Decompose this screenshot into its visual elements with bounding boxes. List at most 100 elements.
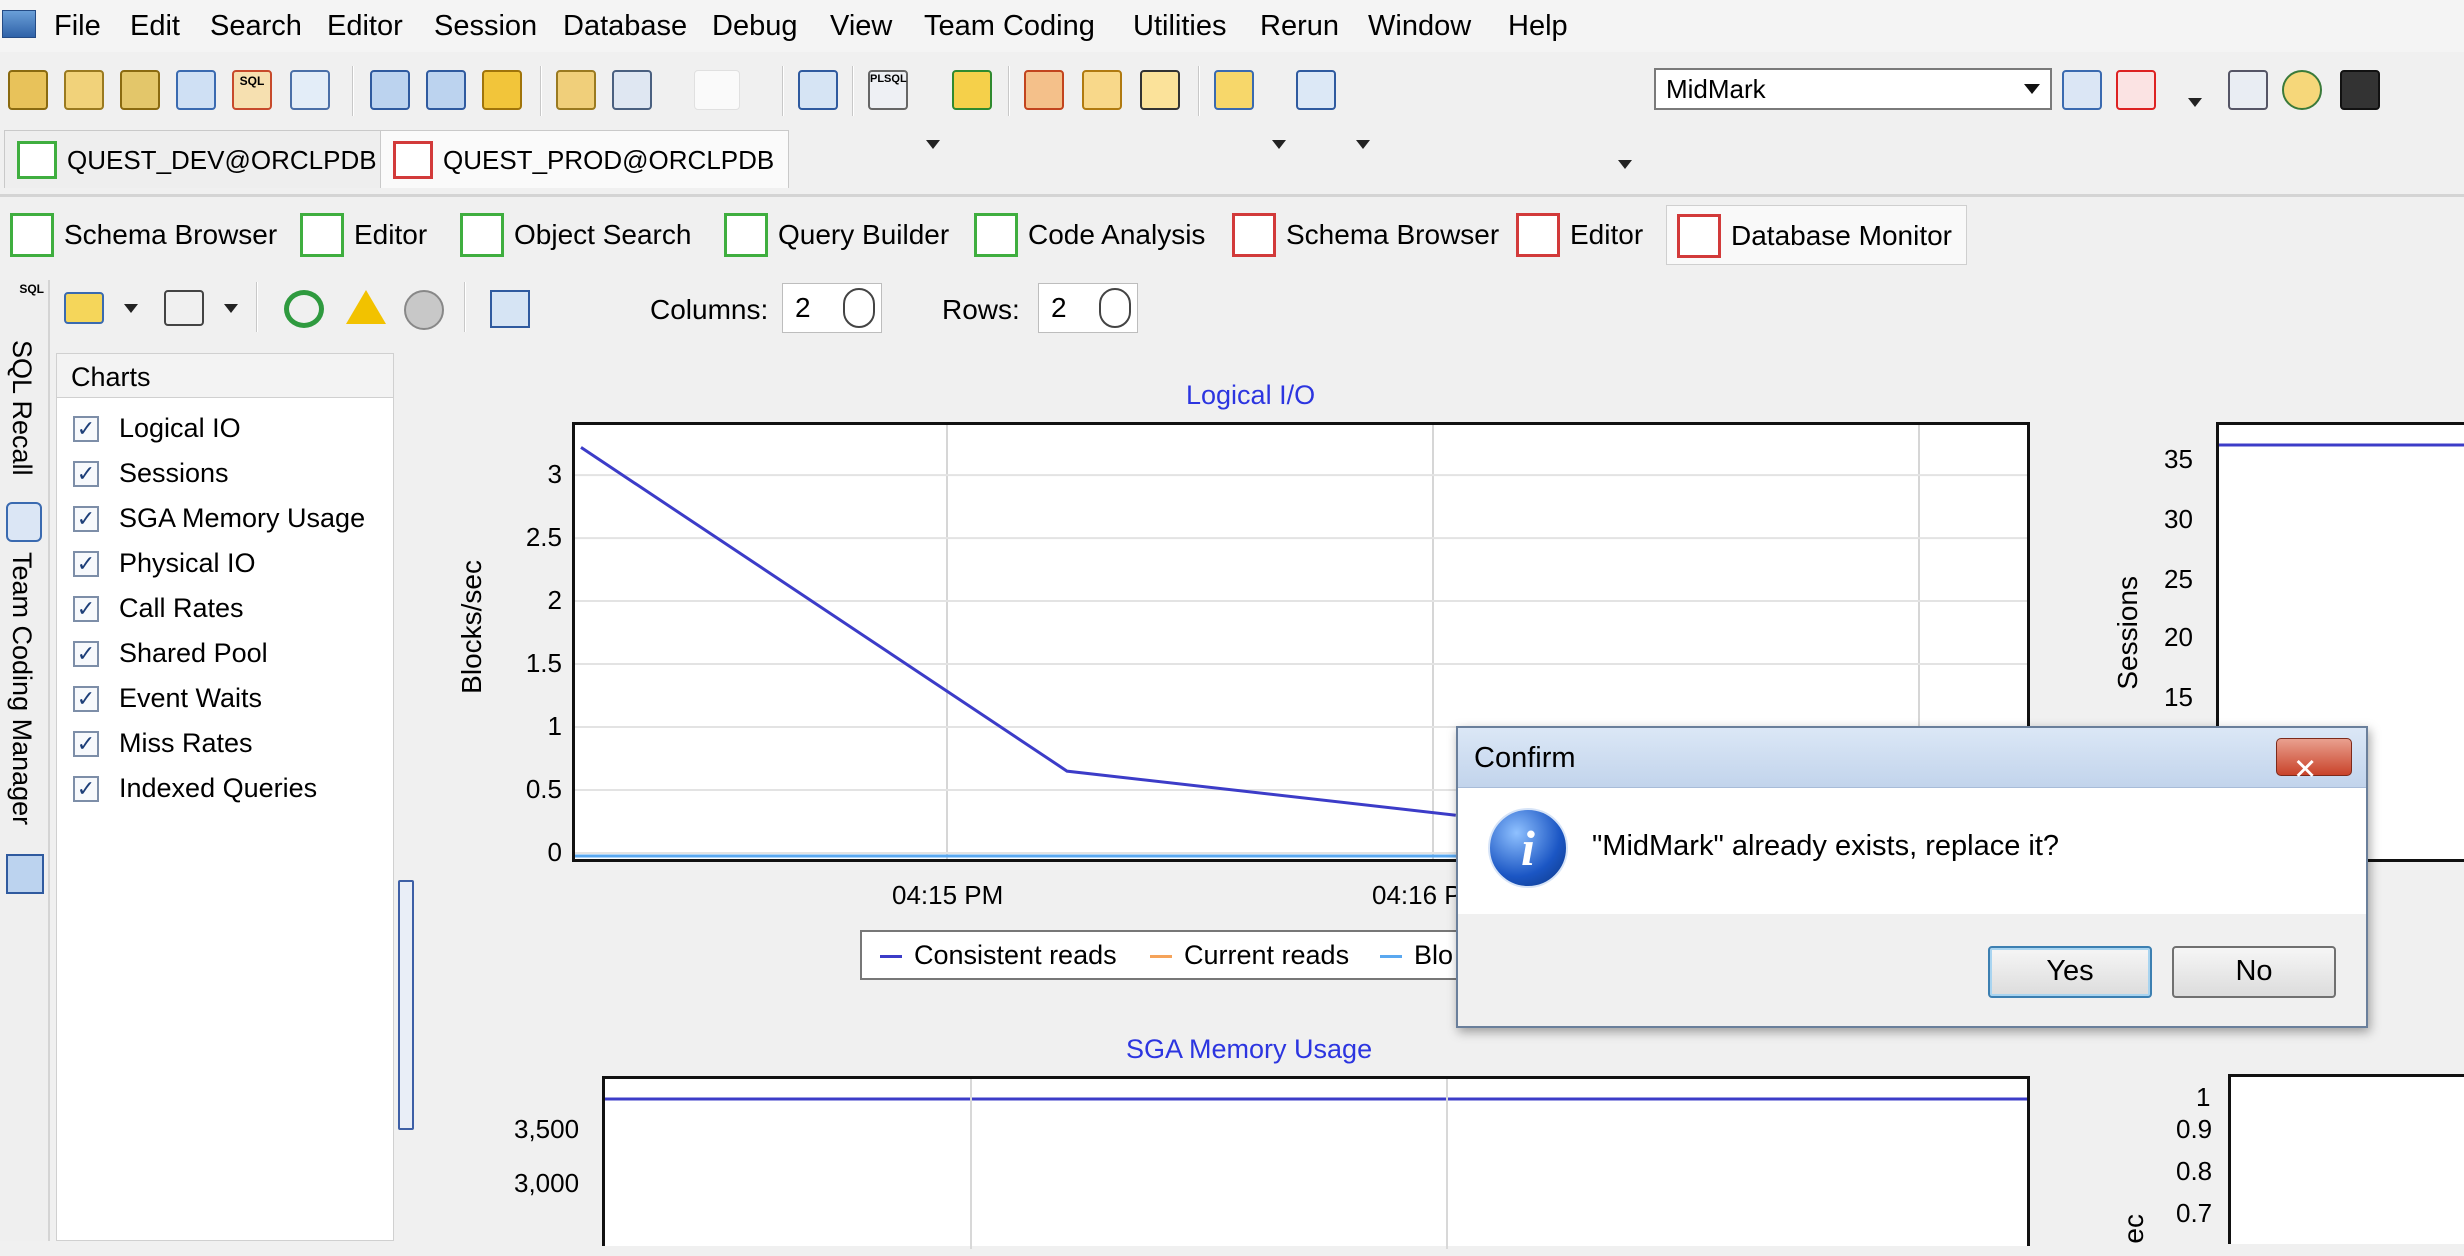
menu-session[interactable]: Session	[434, 10, 537, 42]
sql-recall-tab[interactable]: SQL Recall	[6, 340, 37, 476]
tab-schema-browser-prod[interactable]: Schema Browser	[1222, 205, 1513, 265]
run-icon[interactable]	[952, 70, 992, 110]
new-editor-icon[interactable]	[8, 70, 48, 110]
chevron-down-icon[interactable]	[1618, 160, 1632, 169]
graduation-cap-icon[interactable]	[2340, 70, 2380, 110]
tab-schema-browser-dev[interactable]: Schema Browser	[0, 205, 291, 265]
connect-icon[interactable]	[64, 292, 104, 324]
object-palette-icon[interactable]	[120, 70, 160, 110]
dialog-title-bar[interactable]: Confirm ✕	[1458, 728, 2366, 788]
spinner-arrows-icon[interactable]	[1099, 288, 1131, 328]
no-button[interactable]: No	[2172, 946, 2336, 998]
rows-spinner[interactable]: 2	[1038, 283, 1138, 333]
menu-team-coding[interactable]: Team Coding	[924, 10, 1095, 42]
save-profile-icon[interactable]	[2062, 70, 2102, 110]
legend-swatch	[1150, 955, 1172, 959]
menu-search[interactable]: Search	[210, 10, 302, 42]
y-axis-label-sessions: Sessions	[2112, 576, 2143, 690]
tab-query-builder-dev[interactable]: Query Builder	[714, 205, 963, 265]
legend-item-blocks[interactable]: Blo	[1380, 940, 1453, 971]
checkbox[interactable]: ✓	[73, 641, 99, 667]
checkbox[interactable]: ✓	[73, 416, 99, 442]
globe-icon[interactable]	[404, 290, 444, 330]
chart-title-logical-io: Logical I/O	[1186, 380, 1316, 410]
team-coding-icon[interactable]	[6, 502, 42, 542]
session-browser-icon[interactable]	[176, 70, 216, 110]
warning-icon[interactable]	[346, 290, 386, 324]
spinner-arrows-icon[interactable]	[843, 288, 875, 328]
checkbox[interactable]: ✓	[73, 461, 99, 487]
menu-utilities[interactable]: Utilities	[1133, 10, 1226, 42]
window-icon[interactable]	[6, 854, 44, 894]
legend-item-current-reads[interactable]: Current reads	[1150, 940, 1349, 971]
menu-edit[interactable]: Edit	[130, 10, 180, 42]
columns-spinner[interactable]: 2	[782, 283, 882, 333]
connect-icon[interactable]	[1214, 70, 1254, 110]
chevron-down-icon[interactable]	[1272, 140, 1286, 149]
menu-rerun[interactable]: Rerun	[1260, 10, 1339, 42]
import-icon[interactable]	[1024, 70, 1064, 110]
connection-tab-dev[interactable]: QUEST_DEV@ORCLPDB	[4, 130, 392, 188]
lightning-icon[interactable]	[482, 70, 522, 110]
chevron-down-icon[interactable]	[2188, 98, 2202, 107]
legend-swatch	[1380, 955, 1402, 959]
object-search-icon[interactable]	[556, 70, 596, 110]
menu-editor[interactable]: Editor	[327, 10, 403, 42]
blank-dropdown-icon[interactable]	[694, 70, 740, 110]
checkbox-label: Miss Rates	[119, 728, 253, 758]
tab-editor-prod[interactable]: Editor	[1506, 205, 1657, 265]
schema-browser-icon[interactable]	[64, 70, 104, 110]
menu-bar: File Edit Search Editor Session Database…	[0, 0, 2464, 52]
connection-tab-prod[interactable]: QUEST_PROD@ORCLPDB	[380, 130, 790, 188]
chat-window-icon[interactable]	[426, 70, 466, 110]
tab-object-search-dev[interactable]: Object Search	[450, 205, 705, 265]
x-tick-label: 04:15 PM	[892, 880, 1004, 910]
dialog-title: Confirm	[1474, 742, 1576, 774]
plsql-debug-icon[interactable]: PLSQL	[868, 70, 908, 110]
monitor-icon[interactable]	[798, 70, 838, 110]
checkbox-label: Indexed Queries	[119, 773, 318, 803]
checkbox[interactable]: ✓	[73, 686, 99, 712]
tab-database-monitor-prod[interactable]: Database Monitor	[1666, 205, 1968, 265]
layout-icon[interactable]	[612, 70, 652, 110]
refresh-icon[interactable]	[284, 290, 324, 328]
menu-help[interactable]: Help	[1508, 10, 1568, 42]
menu-database[interactable]: Database	[563, 10, 687, 42]
menu-file[interactable]: File	[54, 10, 101, 42]
checkbox[interactable]: ✓	[73, 596, 99, 622]
chevron-down-icon[interactable]	[124, 304, 138, 313]
notes-icon[interactable]	[2228, 70, 2268, 110]
help-lock-icon[interactable]	[1140, 70, 1180, 110]
panel-splitter[interactable]	[398, 880, 414, 1130]
window-icon[interactable]	[370, 70, 410, 110]
yes-button[interactable]: Yes	[1988, 946, 2152, 998]
sql-icon[interactable]: SQL	[232, 70, 272, 110]
window-list-icon[interactable]	[290, 70, 330, 110]
plug-icon	[17, 141, 57, 179]
filter-icon[interactable]	[164, 290, 204, 326]
chat-icon[interactable]	[2282, 70, 2322, 110]
tab-code-analysis-dev[interactable]: Code Analysis	[964, 205, 1219, 265]
checkbox[interactable]: ✓	[73, 551, 99, 577]
delete-profile-icon[interactable]	[2116, 70, 2156, 110]
chart-title-sga-memory: SGA Memory Usage	[1126, 1034, 1373, 1064]
chevron-down-icon[interactable]	[224, 304, 238, 313]
checkbox[interactable]: ✓	[73, 731, 99, 757]
disconnect-icon[interactable]	[1296, 70, 1336, 110]
menu-window[interactable]: Window	[1368, 10, 1471, 42]
chevron-down-icon[interactable]	[926, 140, 940, 149]
checkbox[interactable]: ✓	[73, 776, 99, 802]
chevron-down-icon[interactable]	[1356, 140, 1370, 149]
profile-select[interactable]: MidMark	[1654, 68, 2052, 110]
menu-debug[interactable]: Debug	[712, 10, 797, 42]
checkbox[interactable]: ✓	[73, 506, 99, 532]
menu-view[interactable]: View	[830, 10, 892, 42]
close-button[interactable]: ✕	[2276, 738, 2352, 786]
team-coding-manager-tab[interactable]: Team Coding Manager	[6, 552, 37, 825]
chart-settings-icon[interactable]	[490, 290, 530, 328]
legend-item-consistent-reads[interactable]: Consistent reads	[880, 940, 1117, 971]
y-tick-label: 30	[2164, 504, 2193, 534]
tab-editor-dev[interactable]: Editor	[290, 205, 441, 265]
export-icon[interactable]	[1082, 70, 1122, 110]
sql-recall-icon[interactable]: SQL	[4, 282, 44, 326]
